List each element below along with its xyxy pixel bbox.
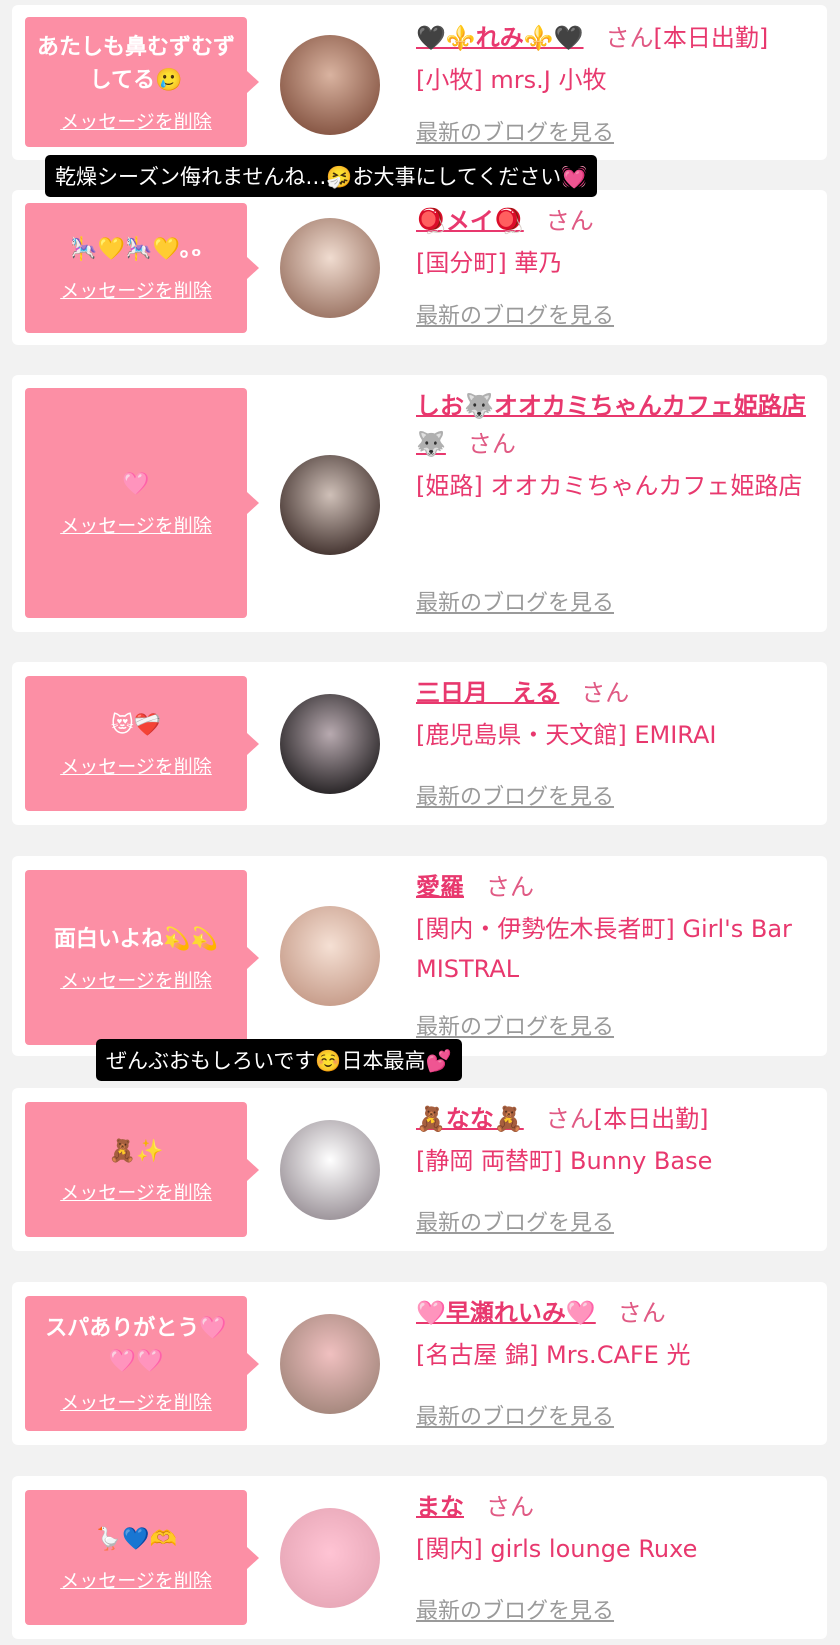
shop-label: [国分町] 華乃 [416,249,563,277]
shop-label: [静岡 両替町] Bunny Base [416,1147,713,1175]
cast-name-link[interactable]: 三日月 える [416,679,559,707]
delete-message-link[interactable]: メッセージを削除 [60,966,212,993]
san-label: さん [545,207,594,235]
avatar[interactable] [280,906,380,1006]
message-text: あたしも鼻むずむずしてる🥲 [36,34,235,93]
message-bubble: 🎠💛🎠💛｡ₒ メッセージを削除 [25,203,259,333]
message-text: 🎠💛🎠💛｡ₒ [70,237,202,262]
cast-name-link[interactable]: 🧸なな🧸 [416,1105,524,1133]
message-bubble: あたしも鼻むずむずしてる🥲 メッセージを削除 [25,17,259,147]
san-label: さん [486,873,534,901]
message-bubble: 面白いよね💫💫 メッセージを削除 [25,870,259,1045]
message-card: スパありがとう🩷🩷🩷 メッセージを削除 🩷早瀬れいみ🩷 さん [名古屋 錦] Mr… [12,1282,827,1445]
cast-name-link[interactable]: 🪀メイ🪀 [416,207,524,235]
latest-blog-link[interactable]: 最新のブログを見る [416,779,614,811]
san-label: さん [605,24,654,52]
message-bubble: 🩷 メッセージを削除 [25,388,259,618]
san-label: さん [545,1105,594,1133]
latest-blog-link[interactable]: 最新のブログを見る [416,1399,614,1431]
shop-label: [名古屋 錦] Mrs.CAFE 光 [416,1341,691,1369]
delete-message-link[interactable]: メッセージを削除 [60,1388,212,1415]
message-card: 😻❤️‍🩹 メッセージを削除 三日月 える さん [鹿児島県・天文館] EMIRA… [12,662,827,825]
latest-blog-link[interactable]: 最新のブログを見る [416,298,614,330]
latest-blog-link[interactable]: 最新のブログを見る [416,1593,614,1625]
avatar[interactable] [280,218,380,318]
cast-name-link[interactable]: 愛羅 [416,873,464,901]
message-card: 🩷 メッセージを削除 しお🐺オオカミちゃんカフェ姫路店🐺 さん [姫路] オオカミ… [12,375,827,632]
message-card: あたしも鼻むずむずしてる🥲 メッセージを削除 🖤⚜️れみ⚜️🖤 さん[本日出勤] … [12,5,827,160]
avatar[interactable] [280,455,380,555]
message-text: 面白いよね💫💫 [53,926,219,952]
message-card: 🧸✨ メッセージを削除 🧸なな🧸 さん[本日出勤] [静岡 両替町] Bunny … [12,1088,827,1251]
message-bubble: スパありがとう🩷🩷🩷 メッセージを削除 [25,1296,259,1431]
caption-overlay: ぜんぶおもしろいです☺️日本最高💕 [96,1039,462,1081]
delete-message-link[interactable]: メッセージを削除 [60,1566,212,1593]
avatar[interactable] [280,1508,380,1608]
shop-label: [関内・伊勢佐木長者町] Girl's Bar MISTRAL [416,915,792,983]
cast-name-link[interactable]: 🩷早瀬れいみ🩷 [416,1299,596,1327]
delete-message-link[interactable]: メッセージを削除 [60,511,212,538]
status-label: [本日出勤] [593,1105,709,1133]
latest-blog-link[interactable]: 最新のブログを見る [416,1009,614,1041]
shop-label: [姫路] オオカミちゃんカフェ姫路店 [416,472,803,500]
delete-message-link[interactable]: メッセージを削除 [60,107,212,134]
delete-message-link[interactable]: メッセージを削除 [60,276,212,303]
shop-label: [鹿児島県・天文館] EMIRAI [416,721,717,749]
avatar[interactable] [280,1120,380,1220]
cast-name-link[interactable]: まな [416,1493,464,1521]
message-text: 🪿💙🫶 [94,1526,178,1552]
delete-message-link[interactable]: メッセージを削除 [60,752,212,779]
message-card: 🎠💛🎠💛｡ₒ メッセージを削除 🪀メイ🪀 さん [国分町] 華乃 最新のブログを見… [12,190,827,345]
message-text: 🧸✨ [108,1138,164,1164]
message-bubble: 🪿💙🫶 メッセージを削除 [25,1490,259,1625]
san-label: さん [467,430,516,458]
latest-blog-link[interactable]: 最新のブログを見る [416,1205,614,1237]
delete-message-link[interactable]: メッセージを削除 [60,1178,212,1205]
message-bubble: 🧸✨ メッセージを削除 [25,1102,259,1237]
shop-label: [関内] girls lounge Ruxe [416,1535,698,1563]
shop-label: [小牧] mrs.J 小牧 [416,66,607,94]
san-label: さん [617,1299,666,1327]
latest-blog-link[interactable]: 最新のブログを見る [416,585,614,617]
message-card: 面白いよね💫💫 メッセージを削除 愛羅 さん [関内・伊勢佐木長者町] Girl'… [12,856,827,1056]
message-text: スパありがとう🩷🩷🩷 [45,1316,227,1374]
caption-overlay: 乾燥シーズン侮れませんね…🤧お大事にしてください💓 [45,155,598,197]
latest-blog-link[interactable]: 最新のブログを見る [416,115,614,147]
san-label: さん [581,679,630,707]
message-text: 😻❤️‍🩹 [110,712,162,738]
status-label: [本日出勤] [653,24,769,52]
cast-name-link[interactable]: 🖤⚜️れみ⚜️🖤 [416,24,584,52]
san-label: さん [486,1493,534,1521]
message-card: 🪿💙🫶 メッセージを削除 まな さん [関内] girls lounge Ruxe… [12,1476,827,1639]
message-text: 🩷 [122,472,150,497]
message-bubble: 😻❤️‍🩹 メッセージを削除 [25,676,259,811]
avatar[interactable] [280,694,380,794]
avatar[interactable] [280,35,380,135]
avatar[interactable] [280,1314,380,1414]
